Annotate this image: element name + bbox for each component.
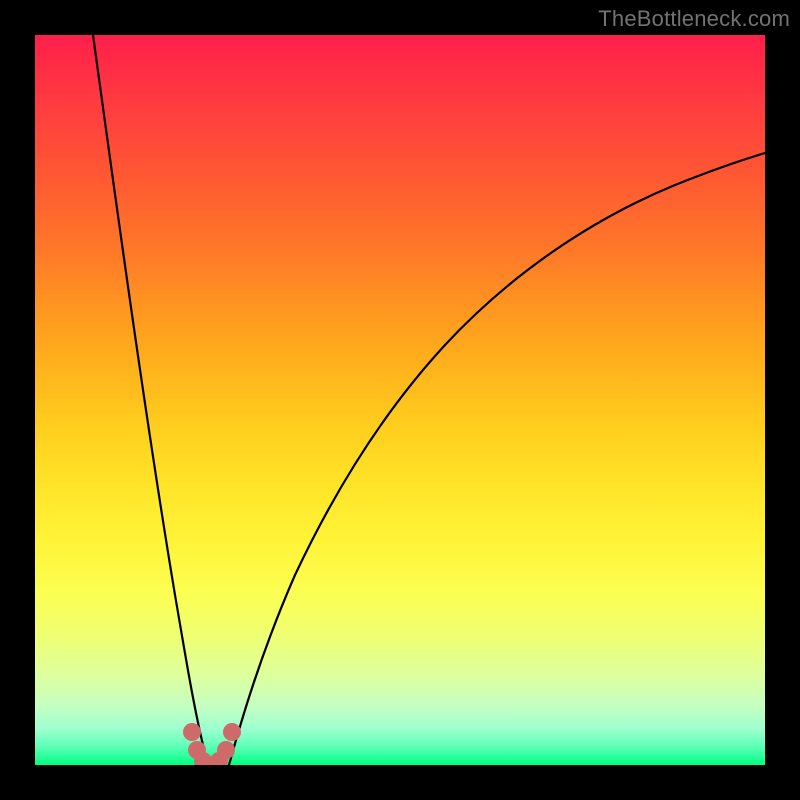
plot-area [35,35,765,765]
watermark-text: TheBottleneck.com [598,6,790,32]
marker-dot [217,741,235,759]
chart-frame: TheBottleneck.com [0,0,800,800]
curve-right-branch [229,153,765,765]
curve-layer [35,35,765,765]
marker-dot [183,723,201,741]
marker-dot [223,723,241,741]
marker-cluster [183,723,241,765]
curve-left-branch [93,35,207,765]
